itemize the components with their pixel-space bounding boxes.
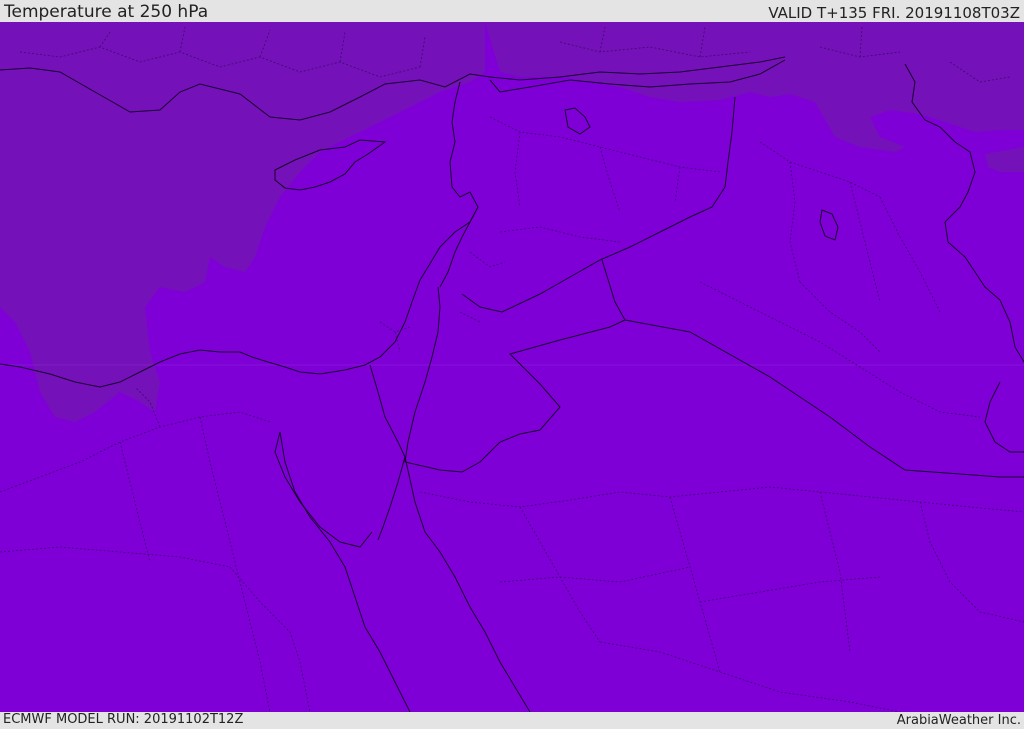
model-run-label: ECMWF MODEL RUN: 20191102T12Z [3,712,244,727]
footer-bar: ECMWF MODEL RUN: 20191102T12Z ArabiaWeat… [0,712,1024,729]
weather-map[interactable] [0,22,1024,712]
map-title: Temperature at 250 hPa [4,2,209,22]
header-bar: Temperature at 250 hPa VALID T+135 FRI. … [0,0,1024,22]
valid-time: VALID T+135 FRI. 20191108T03Z [768,4,1020,22]
credit-label: ArabiaWeather Inc. [896,713,1021,728]
map-canvas [0,22,1024,712]
page: Temperature at 250 hPa VALID T+135 FRI. … [0,0,1024,729]
